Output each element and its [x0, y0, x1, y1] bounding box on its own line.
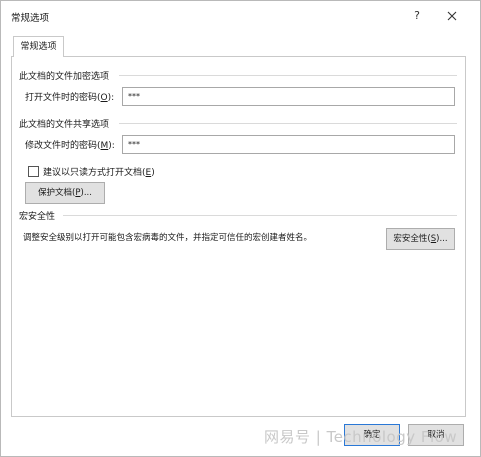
- protect-document-button[interactable]: 保护文档(P)...: [25, 182, 105, 204]
- open-password-label: 打开文件时的密码(O):: [25, 93, 115, 103]
- macro-security-button[interactable]: 宏安全性(S)...: [386, 228, 455, 250]
- tab-general-options[interactable]: 常规选项: [13, 36, 64, 57]
- macro-section-divider: [63, 215, 457, 216]
- modify-password-input[interactable]: [122, 135, 455, 154]
- readonly-recommended-label[interactable]: 建议以只读方式打开文档(E): [43, 165, 155, 178]
- encrypt-section-title: 此文档的文件加密选项: [19, 72, 110, 82]
- watermark: 网易号 | Technology Flow: [264, 428, 458, 446]
- macro-section-title: 宏安全性: [19, 212, 56, 222]
- encrypt-section-divider: [119, 75, 457, 76]
- modify-password-label: 修改文件时的密码(M):: [25, 141, 115, 151]
- open-password-input[interactable]: [122, 87, 455, 106]
- close-button[interactable]: [441, 7, 463, 25]
- share-section-title: 此文档的文件共享选项: [19, 120, 110, 130]
- readonly-recommended-checkbox[interactable]: [28, 166, 39, 177]
- dialog-title: 常规选项: [11, 13, 50, 24]
- general-options-dialog: 常规选项 ? 常规选项 此文档的文件加密选项 打开文件时的密码(O): 此文档的…: [0, 0, 481, 457]
- title-bar: 常规选项 ?: [1, 1, 480, 31]
- macro-security-description: 调整安全级别以打开可能包含宏病毒的文件，并指定可信任的宏创建者姓名。: [23, 233, 313, 243]
- close-icon: [447, 11, 457, 21]
- share-section-divider: [119, 123, 457, 124]
- help-button[interactable]: ?: [406, 7, 428, 25]
